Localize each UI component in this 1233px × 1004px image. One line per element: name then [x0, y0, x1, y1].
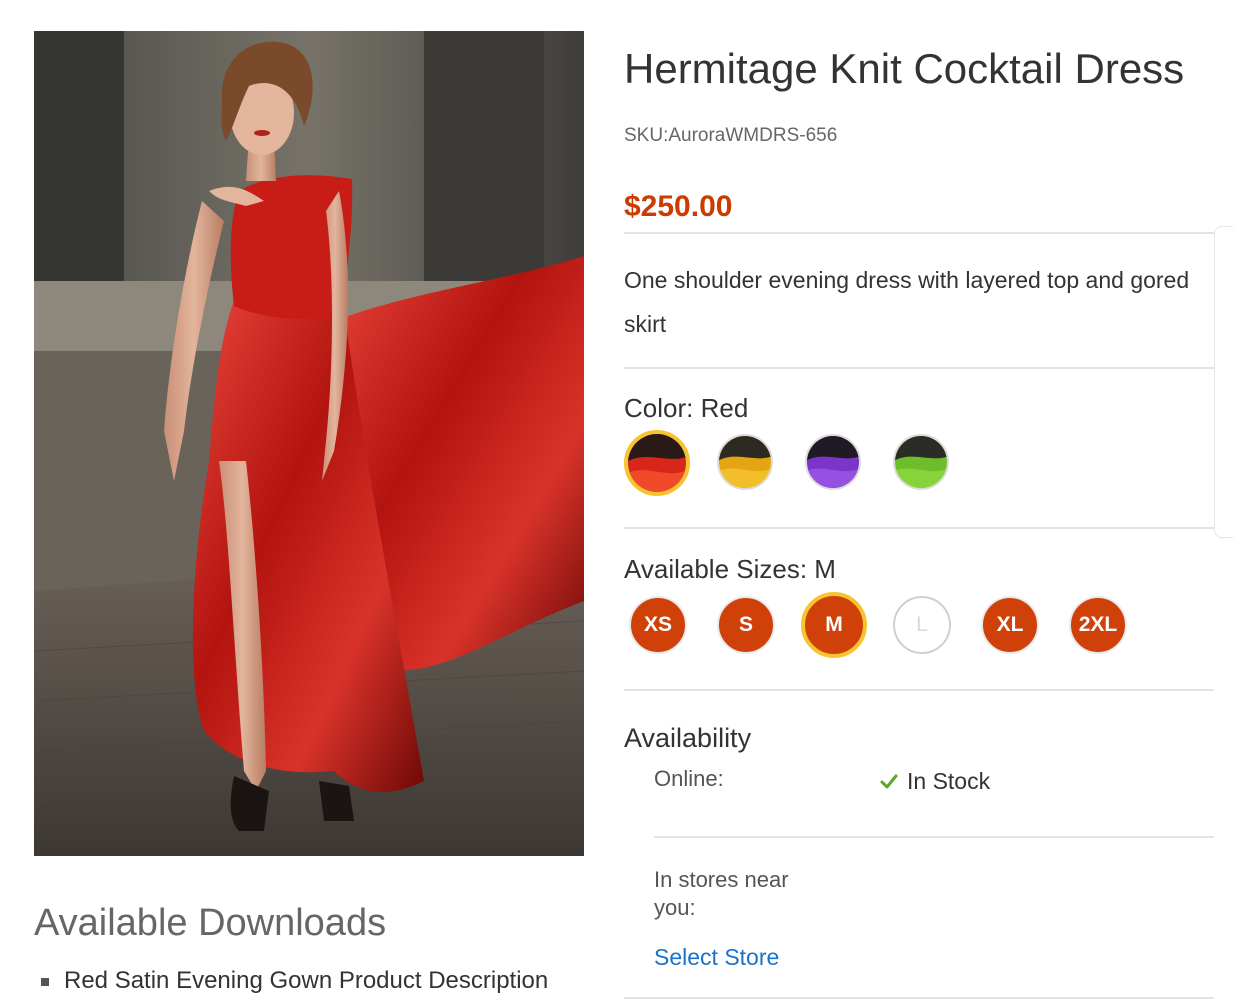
side-panel-edge[interactable] — [1214, 226, 1233, 538]
green-satin-icon — [895, 436, 947, 488]
divider — [654, 836, 1214, 838]
product-image[interactable] — [34, 31, 584, 856]
online-label: Online: — [654, 766, 724, 791]
color-label: Color: Red — [624, 393, 749, 423]
available-downloads-heading: Available Downloads — [34, 902, 387, 944]
divider — [624, 232, 1214, 234]
availability-heading: Availability — [624, 723, 752, 753]
download-item-label[interactable]: Red Satin Evening Gown Product Descripti… — [64, 967, 548, 994]
checkmark-icon — [880, 774, 898, 788]
product-title: Hermitage Knit Cocktail Dress — [624, 45, 1185, 92]
divider — [624, 527, 1214, 529]
size-option-l: L — [893, 596, 951, 654]
color-swatch-purple[interactable] — [805, 434, 861, 490]
sizes-label: Available Sizes: M — [624, 554, 836, 584]
download-item[interactable]: Red Satin Evening Gown Product Descripti… — [34, 964, 548, 998]
size-option-xs[interactable]: XS — [629, 596, 687, 654]
stores-near-you-label: In stores near you: — [654, 867, 789, 920]
divider — [624, 367, 1214, 369]
downloads-list: Red Satin Evening Gown Product Descripti… — [34, 964, 548, 998]
purple-satin-icon — [807, 436, 859, 488]
red-satin-icon — [628, 434, 686, 492]
online-status-text: In Stock — [907, 768, 991, 794]
online-status: In Stock — [879, 768, 990, 795]
divider — [624, 689, 1214, 691]
bullet-icon — [41, 978, 49, 986]
size-option-m[interactable]: M — [801, 592, 867, 658]
product-description: One shoulder evening dress with layered … — [624, 267, 1190, 337]
size-option-xl[interactable]: XL — [981, 596, 1039, 654]
dress-photo — [34, 31, 584, 856]
select-store-link[interactable]: Select Store — [654, 944, 779, 971]
color-swatch-yellow[interactable] — [717, 434, 773, 490]
size-option-2xl[interactable]: 2XL — [1069, 596, 1127, 654]
divider — [624, 997, 1214, 999]
product-sku: SKU:AuroraWMDRS-656 — [624, 125, 838, 146]
product-price: $250.00 — [624, 190, 733, 223]
size-option-s[interactable]: S — [717, 596, 775, 654]
color-swatch-green[interactable] — [893, 434, 949, 490]
color-swatch-red[interactable] — [624, 430, 690, 496]
yellow-satin-icon — [719, 436, 771, 488]
